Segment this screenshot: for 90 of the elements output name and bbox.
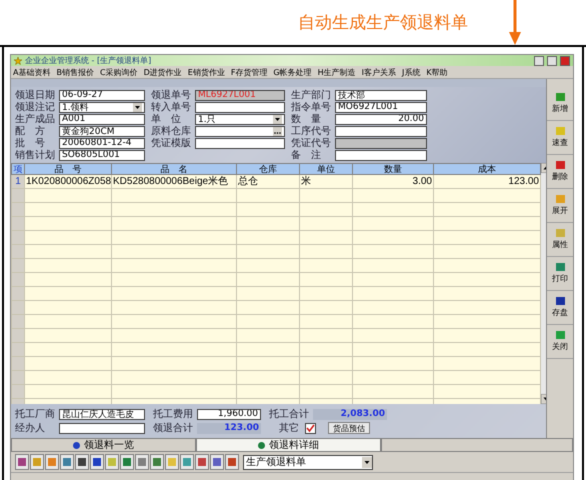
input-field[interactable]: 1.只 [195, 114, 285, 124]
field-label: 领退单号 [151, 88, 192, 102]
table-cell: 123.00 [434, 174, 540, 188]
field-label: 数 量 [291, 113, 322, 126]
menu-item[interactable]: K帮助 [426, 66, 448, 78]
table-cell: 米 [300, 174, 352, 188]
input-field[interactable] [195, 102, 285, 112]
tool-icon[interactable] [15, 454, 29, 470]
down-arrow-icon [509, 0, 521, 45]
menu-item[interactable]: D进货作业 [144, 66, 182, 78]
field-label: 领退合计 [153, 422, 194, 435]
input-field[interactable]: A001 [59, 114, 145, 124]
field-label: 批 号 [15, 136, 46, 150]
input-field[interactable]: SO6805L001 [59, 150, 145, 160]
maximize-button[interactable] [547, 56, 557, 66]
menu-item[interactable]: B销售报价 [56, 66, 94, 78]
field-label: 转入单号 [151, 100, 192, 114]
field-label: 托工合计 [269, 408, 310, 421]
table-cell: 1K020800006Z058 [24, 174, 112, 188]
tab[interactable] [381, 439, 573, 452]
table-cell: 总仓 [236, 174, 300, 188]
field-label: 备 注 [291, 148, 322, 162]
tool-icon[interactable] [60, 454, 74, 470]
input-field[interactable] [335, 150, 427, 160]
menu-item[interactable]: F存货管理 [230, 66, 268, 78]
tool-icon[interactable] [75, 454, 89, 470]
form-selector-dropdown[interactable]: 生产领退料单 [243, 454, 373, 470]
table-cell: 1 [12, 174, 24, 188]
checkbox[interactable] [305, 422, 316, 434]
input-field[interactable]: 20.00 [335, 114, 427, 124]
input-field[interactable]: MO6927L001 [335, 102, 427, 112]
dropdown-arrow-icon[interactable] [273, 114, 282, 124]
column-header[interactable]: 仓库 [236, 164, 300, 174]
input-field[interactable] [335, 138, 427, 148]
input-field[interactable]: 1,960.00 [197, 408, 261, 420]
field-label: 领退注记 [15, 100, 56, 114]
column-header[interactable]: 单位 [300, 164, 352, 174]
window-title: 企业企业管理系统 - [生产领退料单] [25, 55, 152, 66]
annotation-text: 自动生成生产领退料单 [298, 12, 468, 34]
menu-item[interactable]: G帐务处理 [273, 66, 312, 78]
star-icon [14, 56, 22, 64]
field-label: 指令单号 [291, 100, 332, 114]
menu-item[interactable]: I客户关系 [362, 66, 396, 78]
field-label: 工序代号 [291, 124, 332, 138]
table-cell: KD5280800006Beige米色 [112, 174, 236, 188]
total-value: 123.00 [197, 422, 261, 434]
estimate-button[interactable]: 货品预估 [328, 422, 370, 434]
field-label: 配 方 [15, 124, 46, 138]
column-header[interactable]: 成本 [434, 164, 540, 174]
field-label: 单 位 [151, 112, 182, 126]
field-label: 生产部门 [291, 88, 332, 102]
field-label: 托工费用 [153, 408, 194, 421]
tab[interactable]: 领退料一览 [11, 439, 196, 452]
ellipsis-button[interactable] [273, 126, 282, 136]
field-label: 凭证代号 [291, 137, 332, 150]
tool-icon[interactable] [195, 454, 209, 470]
field-label: 其它 [278, 422, 299, 435]
field-label: 原料仓库 [151, 124, 192, 138]
field-label: 生产成品 [15, 112, 56, 126]
column-header[interactable]: 品 名 [112, 164, 236, 174]
dropdown-arrow-icon[interactable] [133, 102, 142, 112]
input-field[interactable]: 20060801-12-4 [59, 138, 145, 148]
input-field[interactable] [195, 138, 285, 148]
input-field[interactable] [335, 126, 427, 136]
menu-item[interactable]: E销货作业 [188, 66, 225, 78]
tool-icon[interactable] [120, 454, 134, 470]
minimize-button[interactable] [534, 56, 544, 66]
input-field[interactable]: 06-09-27 [59, 90, 145, 100]
input-field[interactable] [195, 126, 285, 136]
menu-item[interactable]: H生产制造 [318, 66, 356, 78]
column-header[interactable]: 项 [12, 164, 24, 174]
field-label: 凭证模版 [151, 136, 192, 150]
field-label: 销售计划 [15, 148, 56, 162]
field-label: 托工厂商 [15, 408, 56, 421]
menu-item[interactable]: A基础资料 [13, 66, 50, 78]
total-value: 2,083.00 [313, 408, 387, 420]
tool-icon[interactable] [225, 454, 239, 470]
tool-icon[interactable] [90, 454, 104, 470]
column-header[interactable]: 品 号 [24, 164, 112, 174]
close-button[interactable] [560, 56, 570, 66]
tab[interactable]: 领退料详细 [196, 439, 381, 452]
menu-item[interactable]: J系统 [402, 66, 420, 78]
field-label: 经办人 [15, 422, 46, 435]
input-field[interactable] [59, 422, 145, 434]
tool-icon[interactable] [210, 454, 224, 470]
table-cell: 3.00 [352, 174, 434, 188]
field-label: 领退日期 [15, 88, 56, 102]
column-header[interactable]: 数量 [352, 164, 434, 174]
menu-item[interactable]: C采购询价 [100, 66, 138, 78]
tool-icon[interactable] [150, 454, 164, 470]
